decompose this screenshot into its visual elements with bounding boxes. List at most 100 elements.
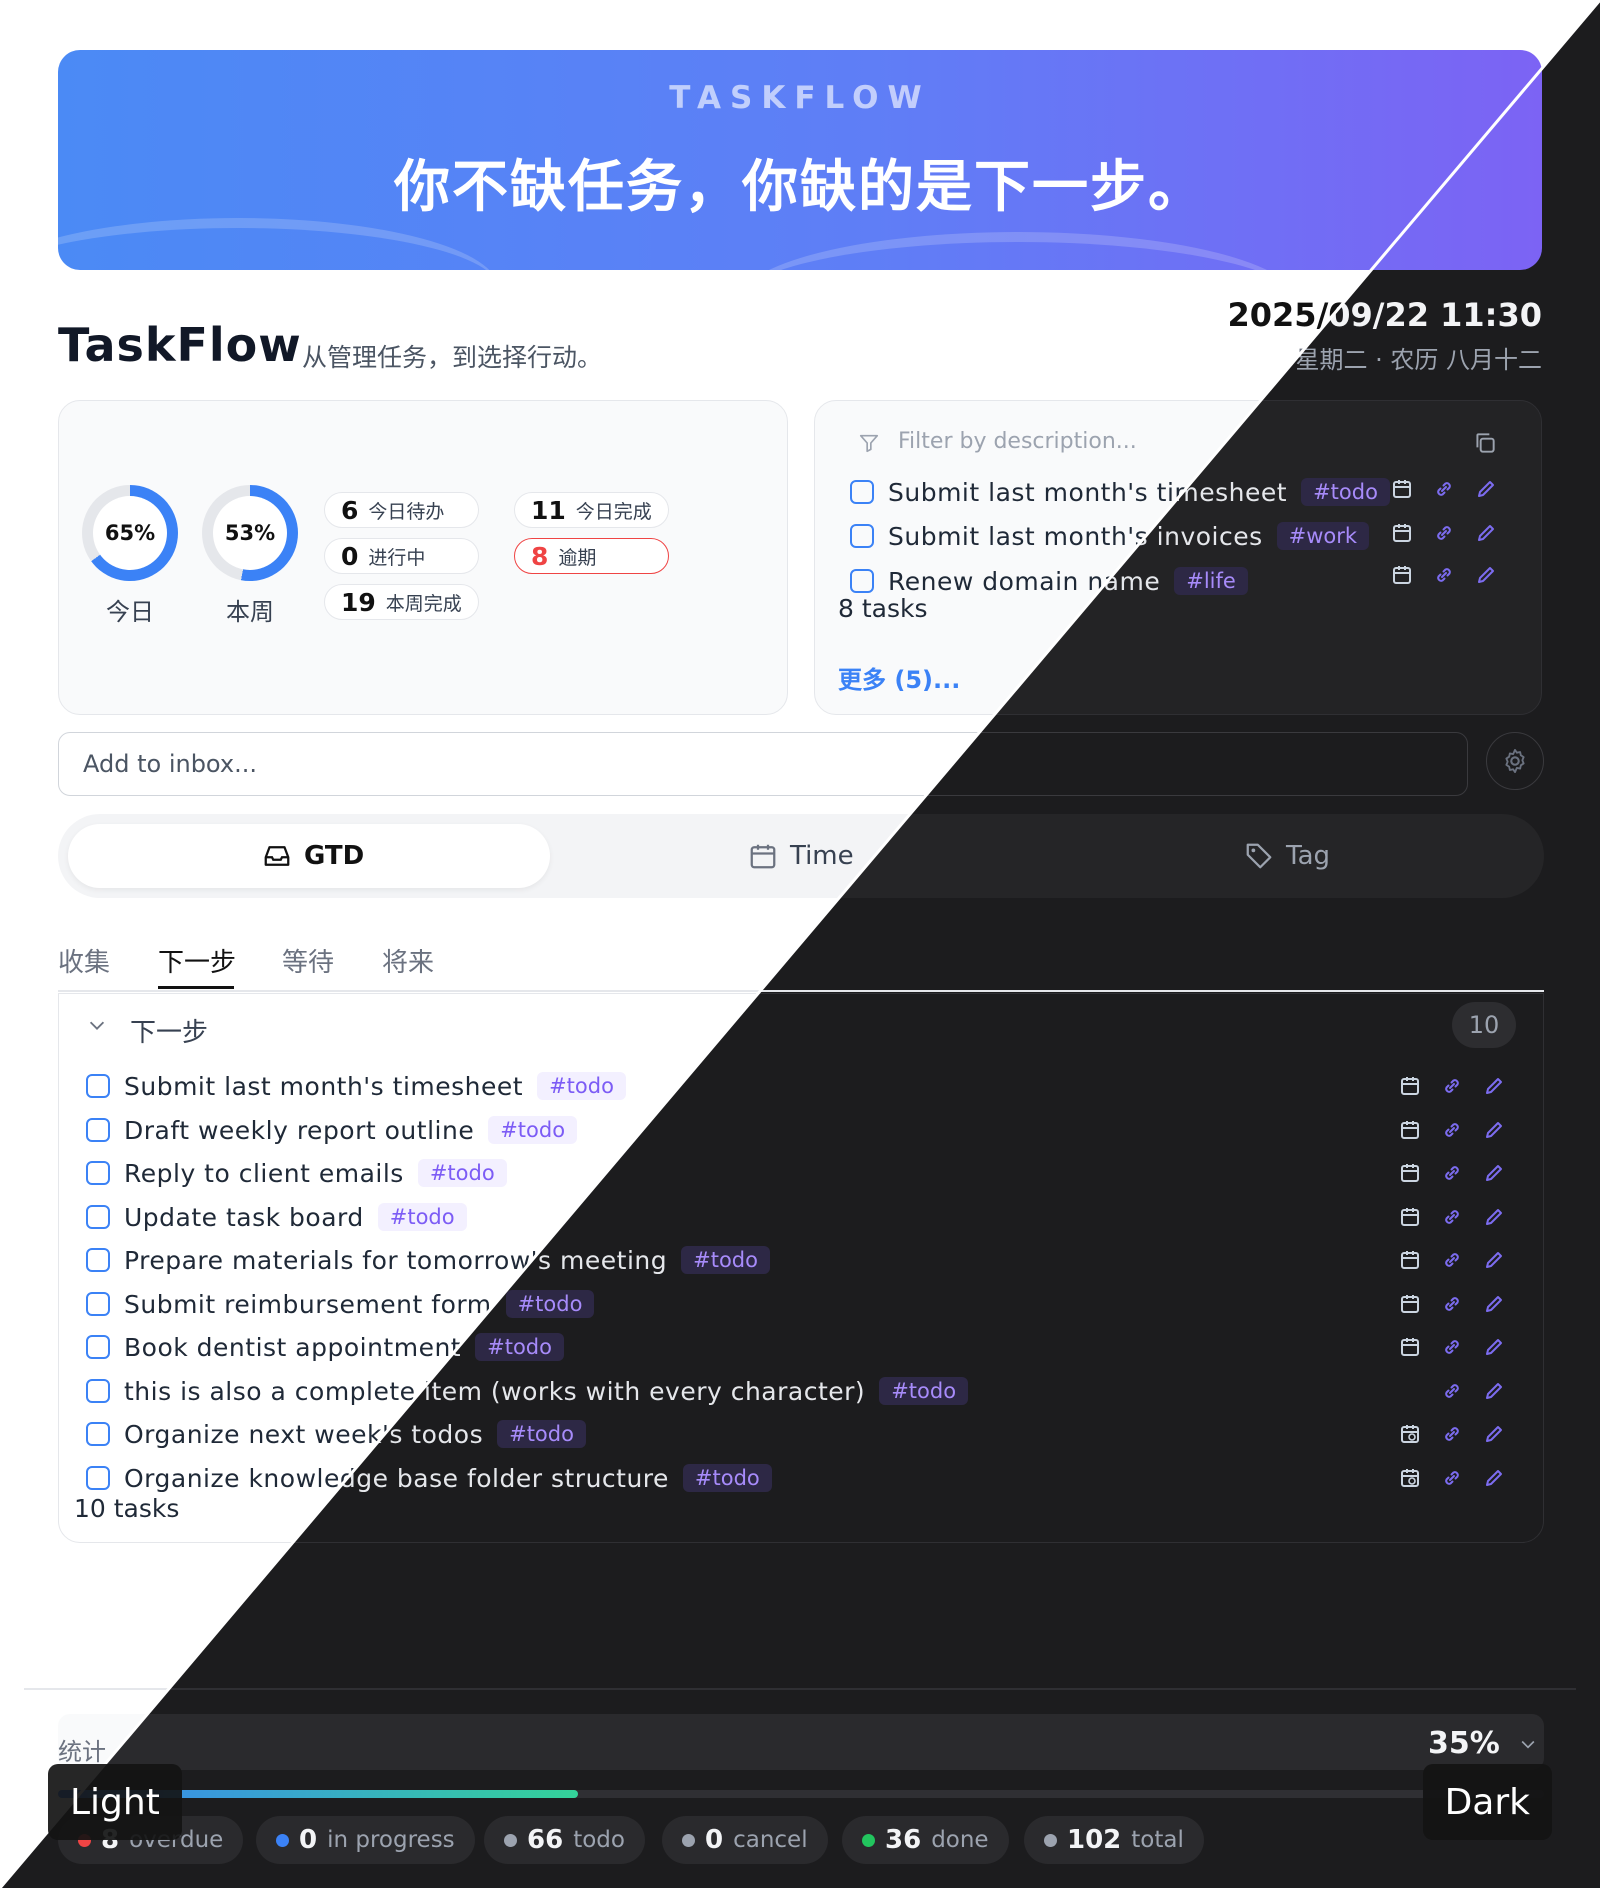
in-progress-counter[interactable]: 0 进行中 <box>324 538 479 574</box>
task-tag[interactable]: #todo <box>497 1420 586 1448</box>
calendar-icon[interactable] <box>1398 1161 1422 1185</box>
edit-icon[interactable] <box>1482 1118 1506 1142</box>
view-tab-time[interactable]: Time <box>748 838 854 874</box>
link-icon[interactable] <box>1440 1118 1464 1142</box>
link-icon[interactable] <box>1440 1379 1464 1403</box>
chevron-down-icon[interactable] <box>86 1014 108 1036</box>
task-tag[interactable]: #work <box>1276 522 1370 550</box>
task-checkbox[interactable] <box>850 524 874 548</box>
calendar-icon[interactable] <box>1398 1205 1422 1229</box>
task-checkbox[interactable] <box>86 1248 110 1272</box>
task-row[interactable]: Draft weekly report outline #todo <box>86 1110 578 1150</box>
overdue-counter[interactable]: 8 逾期 <box>514 538 669 574</box>
copy-icon[interactable] <box>1472 430 1498 456</box>
calendar-icon[interactable] <box>1398 1335 1422 1359</box>
task-tag[interactable]: #life <box>1174 567 1248 595</box>
edit-icon[interactable] <box>1474 563 1498 587</box>
task-checkbox[interactable] <box>86 1161 110 1185</box>
link-icon[interactable] <box>1440 1292 1464 1316</box>
link-icon[interactable] <box>1440 1248 1464 1272</box>
calendar-repeat-icon[interactable] <box>1398 1466 1422 1490</box>
edit-icon[interactable] <box>1482 1466 1506 1490</box>
task-tag[interactable]: #todo <box>417 1159 507 1187</box>
view-tab-tag[interactable]: Tag <box>1244 838 1330 874</box>
stat-chip-todo[interactable]: 66 todo <box>484 1816 645 1864</box>
filter-input[interactable]: Filter by description... <box>898 429 1137 454</box>
task-checkbox[interactable] <box>86 1422 110 1446</box>
calendar-icon[interactable] <box>1398 1292 1422 1316</box>
task-checkbox[interactable] <box>86 1292 110 1316</box>
task-checkbox[interactable] <box>86 1205 110 1229</box>
task-row[interactable]: Submit last month's timesheet #todo <box>86 1066 626 1106</box>
stat-chip-done[interactable]: 36 done <box>842 1816 1009 1864</box>
task-tag[interactable]: #todo <box>505 1290 595 1318</box>
task-tag[interactable]: #todo <box>879 1377 969 1405</box>
calendar-repeat-icon[interactable] <box>1398 1422 1422 1446</box>
link-icon[interactable] <box>1440 1161 1464 1185</box>
edit-icon[interactable] <box>1474 477 1498 501</box>
link-icon[interactable] <box>1440 1335 1464 1359</box>
stats-bar[interactable] <box>58 1714 1544 1770</box>
subtab-someday[interactable]: 将来 <box>382 942 434 979</box>
stat-chip-total[interactable]: 102 total <box>1024 1816 1204 1864</box>
view-tab-label: Tag <box>1286 841 1331 871</box>
task-actions <box>1398 1153 1506 1193</box>
calendar-icon[interactable] <box>1390 521 1414 545</box>
today-done-counter[interactable]: 11 今日完成 <box>514 492 669 528</box>
task-checkbox[interactable] <box>86 1335 110 1359</box>
link-icon[interactable] <box>1440 1466 1464 1490</box>
edit-icon[interactable] <box>1482 1205 1506 1229</box>
task-checkbox[interactable] <box>86 1074 110 1098</box>
task-actions <box>1398 1110 1506 1150</box>
edit-icon[interactable] <box>1482 1292 1506 1316</box>
task-tag[interactable]: #todo <box>488 1116 578 1144</box>
calendar-icon <box>750 844 776 869</box>
link-icon[interactable] <box>1440 1205 1464 1229</box>
task-tag[interactable]: #todo <box>377 1203 467 1231</box>
task-row[interactable]: Reply to client emails #todo <box>86 1153 507 1193</box>
subtab-collect[interactable]: 收集 <box>58 942 110 979</box>
settings-button[interactable] <box>1486 732 1544 790</box>
task-checkbox[interactable] <box>86 1379 110 1403</box>
link-icon[interactable] <box>1432 477 1456 501</box>
calendar-icon[interactable] <box>1398 1118 1422 1142</box>
edit-icon[interactable] <box>1482 1335 1506 1359</box>
subtab-next-action[interactable]: 下一步 <box>158 942 236 979</box>
task-tag[interactable]: #todo <box>1301 478 1390 506</box>
stat-chip-in-progress[interactable]: 0 in progress <box>256 1816 475 1864</box>
task-actions <box>1398 1414 1506 1454</box>
task-tag[interactable]: #todo <box>682 1464 772 1492</box>
subtab-waiting[interactable]: 等待 <box>282 942 334 979</box>
task-checkbox[interactable] <box>86 1118 110 1142</box>
group-title[interactable]: 下一步 <box>130 1012 208 1049</box>
link-icon[interactable] <box>1432 521 1456 545</box>
week-done-counter[interactable]: 19 本周完成 <box>324 584 479 620</box>
task-checkbox[interactable] <box>850 480 874 504</box>
task-tag[interactable]: #todo <box>537 1072 626 1100</box>
edit-icon[interactable] <box>1482 1248 1506 1272</box>
link-icon[interactable] <box>1440 1422 1464 1446</box>
stat-chip-cancel[interactable]: 0 cancel <box>662 1816 828 1864</box>
today-todo-counter[interactable]: 6 今日待办 <box>324 492 479 528</box>
calendar-icon[interactable] <box>1398 1248 1422 1272</box>
task-checkbox[interactable] <box>850 569 874 593</box>
edit-icon[interactable] <box>1482 1379 1506 1403</box>
link-icon[interactable] <box>1432 563 1456 587</box>
task-checkbox[interactable] <box>86 1466 110 1490</box>
more-tasks-link[interactable]: 更多 (5)... <box>838 660 960 695</box>
edit-icon[interactable] <box>1482 1422 1506 1446</box>
calendar-icon[interactable] <box>1390 477 1414 501</box>
edit-icon[interactable] <box>1482 1161 1506 1185</box>
app-subtitle: 从管理任务，到选择行动。 <box>302 343 603 372</box>
task-tag[interactable]: #todo <box>475 1333 564 1361</box>
link-icon[interactable] <box>1440 1074 1464 1098</box>
view-tab-gtd[interactable]: GTD <box>262 838 364 874</box>
task-tag[interactable]: #todo <box>681 1246 770 1274</box>
edit-icon[interactable] <box>1482 1074 1506 1098</box>
edit-icon[interactable] <box>1474 521 1498 545</box>
task-row[interactable]: Update task board #todo <box>86 1197 467 1237</box>
calendar-icon[interactable] <box>1390 563 1414 587</box>
chevron-down-icon[interactable] <box>1518 1734 1538 1754</box>
banner-wave-decoration <box>58 218 498 270</box>
calendar-icon[interactable] <box>1398 1074 1422 1098</box>
